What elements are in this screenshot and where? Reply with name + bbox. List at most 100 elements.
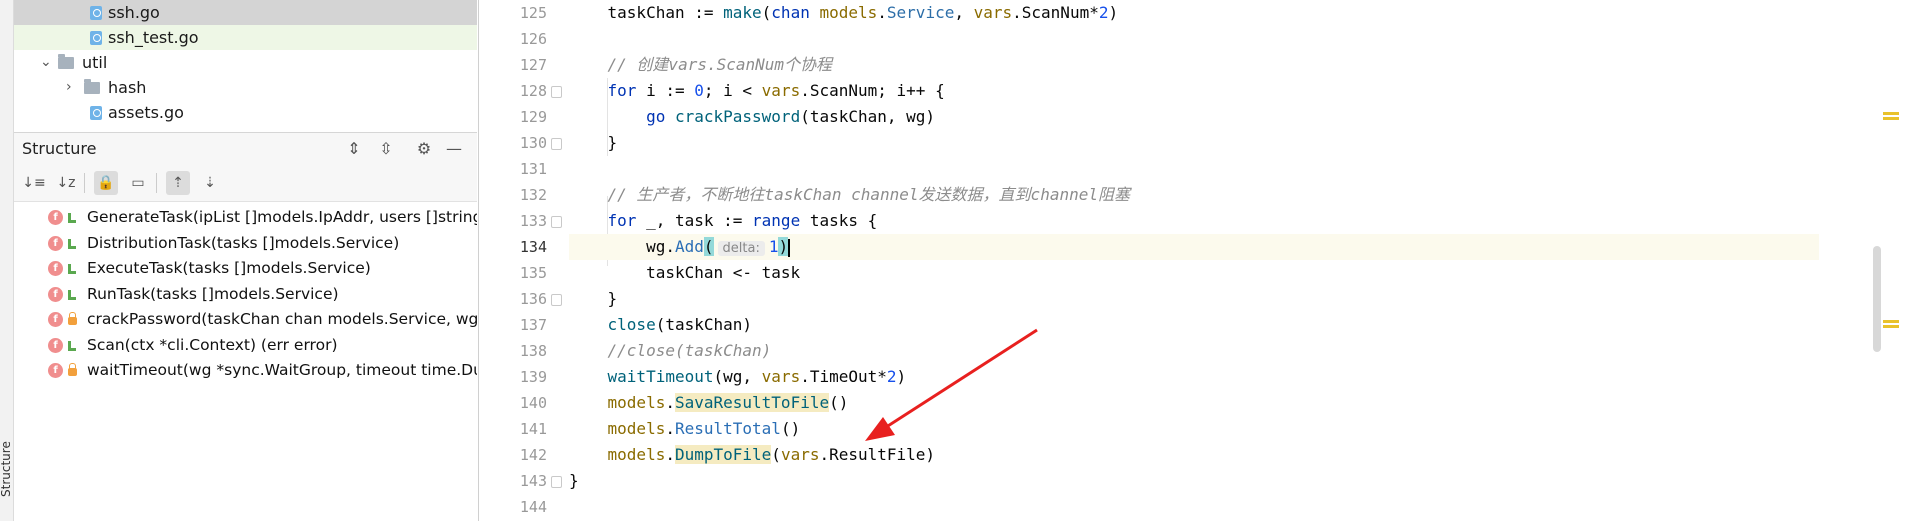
- text-caret: [788, 238, 791, 257]
- line-number: 144: [519, 498, 547, 516]
- vertical-scrollbar[interactable]: [1873, 246, 1881, 352]
- tree-item[interactable]: assets.go: [14, 100, 477, 125]
- line-number-gutter: 125 126 127 128 129 130 131 132 133 134 135 136 137 1…: [479, 0, 569, 521]
- code-line: taskChan <- task: [569, 263, 801, 282]
- structure-item[interactable]: f GenerateTask(ipList []models.IpAddr, us…: [14, 205, 477, 230]
- line-number: 143: [519, 472, 547, 490]
- chevron-down-icon[interactable]: ⌄: [40, 50, 52, 75]
- current-code-line: wg.Add(delta: 1): [569, 234, 1819, 260]
- structure-title: Structure: [22, 139, 97, 158]
- function-icon: f: [48, 286, 63, 302]
- autoscroll-from-source-icon[interactable]: ⇣: [198, 171, 222, 195]
- structure-side-tab[interactable]: Structure: [0, 441, 13, 497]
- autoscroll-to-source-icon[interactable]: ⇡: [166, 171, 190, 195]
- tree-item[interactable]: › hash: [14, 75, 477, 100]
- go-file-icon: [90, 106, 102, 120]
- line-number: 133: [519, 212, 547, 230]
- tree-item[interactable]: ssh.go: [14, 0, 477, 25]
- tree-item[interactable]: ⌄ util: [14, 50, 477, 75]
- code-line: models.SavaResultToFile(): [607, 393, 849, 412]
- collapse-all-icon[interactable]: ⇳: [376, 139, 396, 158]
- arrow-shaft: [876, 328, 1038, 435]
- tree-item-label: ssh_test.go: [108, 28, 199, 47]
- gear-icon[interactable]: ⚙: [414, 139, 434, 158]
- structure-item[interactable]: f Scan(ctx *cli.Context) (err error): [14, 333, 477, 358]
- fold-marker-icon[interactable]: [551, 216, 562, 228]
- code-line: }: [569, 289, 618, 308]
- go-file-icon: [90, 31, 102, 45]
- folder-icon: [84, 79, 100, 94]
- structure-item[interactable]: f RunTask(tasks []models.Service): [14, 282, 477, 307]
- warning-mark[interactable]: [1883, 320, 1899, 323]
- line-number: 140: [519, 394, 547, 412]
- lock-icon: [68, 363, 77, 376]
- fold-marker-icon[interactable]: [551, 476, 562, 488]
- sort-by-type-icon[interactable]: ↓≡: [22, 171, 46, 195]
- structure-item[interactable]: f crackPassword(taskChan chan models.Serv…: [14, 307, 477, 332]
- structure-item[interactable]: f DistributionTask(tasks []models.Service…: [14, 231, 477, 256]
- code-line: waitTimeout(wg, vars.TimeOut*2): [607, 367, 907, 386]
- line-number: 126: [519, 30, 547, 48]
- line-number: 138: [519, 342, 547, 360]
- code-line: for i := 0; i < vars.ScanNum; i++ {: [607, 81, 945, 100]
- structure-item-signature: ExecuteTask(tasks []models.Service): [87, 259, 371, 277]
- arrow-head: [865, 417, 895, 441]
- public-icon: [68, 213, 76, 223]
- structure-item-signature: RunTask(tasks []models.Service): [87, 284, 339, 303]
- folder-icon: [58, 54, 74, 69]
- line-number: 127: [519, 56, 547, 74]
- line-number: 134: [519, 238, 547, 256]
- tree-item-label: ssh.go: [108, 3, 160, 22]
- chevron-right-icon[interactable]: ›: [66, 75, 72, 100]
- line-number: 128: [519, 82, 547, 100]
- line-number: 135: [519, 264, 547, 282]
- structure-item[interactable]: f waitTimeout(wg *sync.WaitGroup, timeout…: [14, 358, 477, 383]
- tree-item-label: hash: [108, 78, 147, 97]
- inlay-hint: delta:: [717, 241, 765, 256]
- structure-item-signature: DistributionTask(tasks []models.Service): [87, 233, 400, 252]
- public-icon: [68, 264, 76, 274]
- code-area[interactable]: taskChan := make(chan models.Service, va…: [569, 0, 1819, 521]
- structure-toolbar: ↓≡ ↓z 🔒 ▭ ⇡ ⇣: [14, 165, 477, 202]
- show-fields-icon[interactable]: ▭: [126, 171, 150, 195]
- fold-marker-icon[interactable]: [551, 138, 562, 150]
- code-editor[interactable]: 125 126 127 128 129 130 131 132 133 134 135 136 137 1…: [478, 0, 1908, 521]
- function-icon: f: [48, 363, 63, 378]
- tree-item[interactable]: ssh_test.go: [14, 25, 477, 50]
- code-line: //close(taskChan): [607, 341, 772, 360]
- structure-item-signature: Scan(ctx *cli.Context) (err error): [87, 335, 338, 354]
- fold-marker-icon[interactable]: [551, 294, 562, 306]
- toolbar-divider: [156, 173, 157, 193]
- line-number: 131: [519, 160, 547, 178]
- line-number: 129: [519, 108, 547, 126]
- code-line: }: [569, 133, 618, 152]
- tree-item-label: assets.go: [108, 103, 184, 122]
- structure-item-signature: crackPassword(taskChan chan models.Servi…: [87, 310, 477, 328]
- public-icon: [68, 289, 76, 300]
- structure-item-signature: GenerateTask(ipList []models.IpAddr, use…: [87, 208, 477, 226]
- go-file-icon: [90, 6, 102, 20]
- fold-marker-icon[interactable]: [551, 86, 562, 98]
- code-line: // 生产者，不断地往taskChan channel发送数据，直到channe…: [607, 185, 1130, 204]
- show-non-public-icon[interactable]: 🔒: [94, 171, 118, 195]
- function-icon: f: [48, 261, 63, 276]
- toolbar-divider: [84, 173, 85, 193]
- tree-item-label: util: [82, 53, 108, 72]
- line-number: 141: [519, 420, 547, 438]
- line-number: 130: [519, 134, 547, 152]
- structure-item[interactable]: f ExecuteTask(tasks []models.Service): [14, 256, 477, 281]
- public-icon: [68, 238, 76, 249]
- code-line: taskChan := make(chan models.Service, va…: [569, 3, 1119, 22]
- code-line: }: [569, 471, 579, 490]
- sort-alphabetically-icon[interactable]: ↓z: [54, 171, 78, 195]
- public-icon: [68, 340, 76, 351]
- warning-mark[interactable]: [1883, 112, 1899, 115]
- hide-icon[interactable]: —: [444, 139, 464, 158]
- code-line: models.ResultTotal(): [607, 419, 801, 438]
- code-line: for _, task := range tasks {: [607, 211, 878, 230]
- left-panel: ssh.go ssh_test.go ⌄ util › hash assets.go Str…: [14, 0, 477, 521]
- expand-all-icon[interactable]: ⇕: [344, 139, 364, 158]
